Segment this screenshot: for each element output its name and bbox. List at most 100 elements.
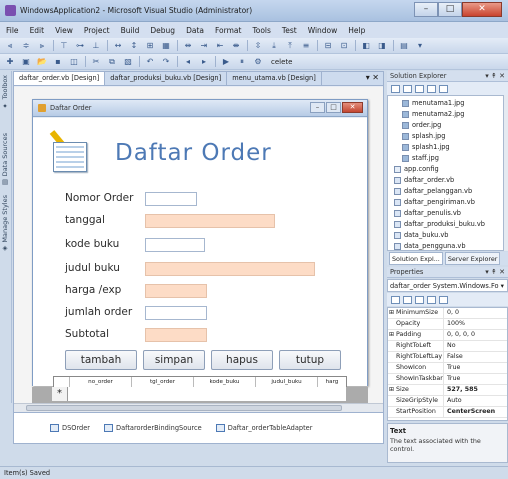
navigate-forward-icon[interactable]: ▸ [198,56,210,67]
tree-item[interactable]: menutama2.jpg [402,110,464,118]
form-close-button[interactable]: ✕ [342,102,363,113]
menu-format[interactable]: Format [215,26,241,35]
horizontal-spacing-icon[interactable]: ⇹ [182,40,194,51]
nomor-order-field[interactable] [145,192,197,206]
property-row[interactable]: StartPosition CenterScreen [388,407,507,418]
tray-item[interactable]: Daftar_orderTableAdapter [215,424,312,432]
pause-icon[interactable]: ⏸ [236,56,248,67]
menu-file[interactable]: File [6,26,19,35]
tree-item[interactable]: order.jpg [402,121,441,129]
manage-styles-tab[interactable]: ◈ Manage Styles [1,195,9,253]
tree-item[interactable]: daftar_pengiriman.vb [394,198,475,206]
save-all-icon[interactable]: ◫ [68,56,80,67]
events-icon[interactable] [427,295,436,304]
increase-h-spacing-icon[interactable]: ⇥ [198,40,210,51]
toolbox-tab[interactable]: ✦ Toolbox [1,75,9,109]
expand-icon[interactable]: ⊞ [389,308,394,318]
scroll-thumb[interactable] [26,405,342,411]
tab-daftar-order-design[interactable]: daftar_order.vb [Design] [14,72,106,85]
solution-config-icon[interactable]: ⚙ [252,56,264,67]
judul-buku-field[interactable] [145,262,315,276]
add-item-icon[interactable]: ▣ [20,56,32,67]
menu-project[interactable]: Project [84,26,110,35]
tab-controls[interactable]: ▾ ✕ [366,73,379,82]
align-bottoms-icon[interactable]: ⊥ [90,40,102,51]
menu-help[interactable]: Help [348,26,365,35]
solution-config-dropdown[interactable]: celete [271,58,292,66]
expand-icon[interactable]: ⊞ [389,330,394,340]
kode-buku-field[interactable] [145,238,205,252]
align-to-grid-icon[interactable]: ▦ [160,40,172,51]
simpan-button[interactable]: simpan [143,350,205,370]
navigate-back-icon[interactable]: ◂ [182,56,194,67]
maximize-button[interactable]: □ [438,2,462,17]
property-row[interactable]: RightToLeftLay False [388,352,507,363]
vertical-spacing-icon[interactable]: ⇳ [252,40,264,51]
decrease-v-spacing-icon[interactable]: ⤒ [284,40,296,51]
tree-item[interactable]: menutama1.jpg [402,99,464,107]
remove-v-spacing-icon[interactable]: ≡ [300,40,312,51]
tray-item[interactable]: DSOrder [50,424,90,432]
cut-icon[interactable]: ✂ [90,56,102,67]
decrease-h-spacing-icon[interactable]: ⇤ [214,40,226,51]
redo-icon[interactable]: ↷ [160,56,172,67]
property-row[interactable]: Opacity 100% [388,319,507,330]
tree-item[interactable]: daftar_penulis.vb [394,209,461,217]
tray-item[interactable]: DaftarorderBindingSource [104,424,202,432]
menu-edit[interactable]: Edit [30,26,45,35]
column-header[interactable]: tgl_order [132,377,194,387]
tree-item[interactable]: staff.jpg [402,154,439,162]
center-vertically-icon[interactable]: ⊡ [338,40,350,51]
view-designer-icon[interactable] [439,84,448,93]
center-horizontally-icon[interactable]: ⊟ [322,40,334,51]
view-code-icon[interactable] [427,84,436,93]
tree-item[interactable]: splash.jpg [402,132,445,140]
make-same-width-icon[interactable]: ↔ [112,40,124,51]
paste-icon[interactable]: ▧ [122,56,134,67]
column-header[interactable]: harg [318,377,346,387]
tree-item[interactable]: app.config [394,165,439,173]
tree-item[interactable]: splash1.jpg [402,143,450,151]
increase-v-spacing-icon[interactable]: ⤓ [268,40,280,51]
menu-test[interactable]: Test [282,26,297,35]
align-lefts-icon[interactable]: ⫷ [4,40,16,51]
data-sources-tab[interactable]: ▤ Data Sources [1,133,9,186]
subtotal-field[interactable] [145,328,207,342]
column-header[interactable]: no_order [70,377,132,387]
tab-daftar-produksi-buku-design[interactable]: daftar_produksi_buku.vb [Design] [105,72,228,85]
property-row[interactable]: SizeGripStyle Auto [388,396,507,407]
properties-view-icon[interactable] [415,295,424,304]
open-file-icon[interactable]: 📂 [36,56,48,67]
categorized-icon[interactable] [391,295,400,304]
copy-icon[interactable]: ⧉ [106,56,118,67]
property-pages-icon[interactable] [439,295,448,304]
align-centers-icon[interactable]: ≑ [20,40,32,51]
minimize-button[interactable]: – [414,2,438,17]
align-rights-icon[interactable]: ⫸ [36,40,48,51]
tree-item[interactable]: data_buku.vb [394,231,449,239]
properties-controls[interactable]: ▾ ↟ ✕ [485,267,505,278]
menu-tools[interactable]: Tools [252,26,270,35]
align-middles-icon[interactable]: ⊶ [74,40,86,51]
show-all-files-icon[interactable] [403,84,412,93]
tab-server-explorer[interactable]: Server Explorer [444,252,501,265]
tanggal-field[interactable] [145,214,275,228]
tab-order-icon[interactable]: ▤ [398,40,410,51]
designer-horizontal-scrollbar[interactable] [14,403,383,412]
property-row[interactable]: ⊞ Size 527, 585 [388,385,507,396]
object-selector[interactable]: daftar_order System.Windows.Fo ▾ [387,279,508,292]
menu-data[interactable]: Data [186,26,204,35]
send-to-back-icon[interactable]: ◨ [376,40,388,51]
bring-to-front-icon[interactable]: ◧ [360,40,372,51]
property-row[interactable]: ShowInTaskbar True [388,374,507,385]
make-same-height-icon[interactable]: ↕ [128,40,140,51]
tutup-button[interactable]: tutup [279,350,341,370]
refresh-icon[interactable] [415,84,424,93]
tambah-button[interactable]: tambah [65,350,137,370]
tree-item[interactable]: daftar_pelanggan.vb [394,187,472,195]
property-row[interactable]: ⊞ MinimumSize 0, 0 [388,308,507,319]
daftar-order-form[interactable]: Daftar Order – □ ✕ Daftar Order Nomor Or… [32,99,368,388]
tab-solution-explorer[interactable]: Solution Expl... [389,252,443,265]
tree-item[interactable]: daftar_order.vb [394,176,454,184]
property-row[interactable]: RightToLeft No [388,341,507,352]
